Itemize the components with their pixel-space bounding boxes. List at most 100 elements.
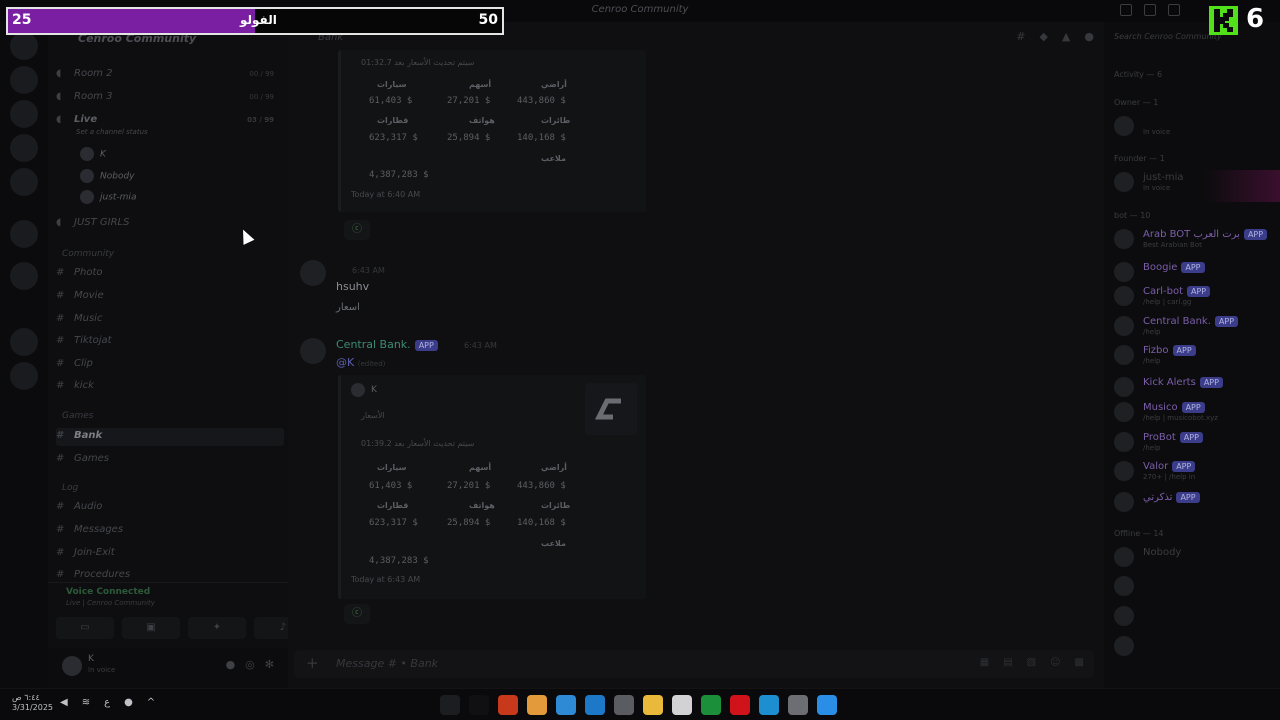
taskbar-app-discord[interactable] [527,695,547,715]
clock[interactable]: ٦:٤٤ ص 3/31/2025 [12,693,53,713]
server-icon-dark[interactable] [10,220,38,248]
camera-button[interactable]: ▭ [56,617,114,639]
message-author[interactable]: hsuhv [336,280,369,293]
server-icon-game[interactable] [10,168,38,196]
channel-kick[interactable]: # kick [56,380,284,398]
member-offline[interactable] [1114,634,1274,660]
mic-icon[interactable]: ● [226,658,236,671]
category-community[interactable]: Community [62,249,114,259]
discover-icon[interactable] [10,362,38,390]
activity-header[interactable]: Activity — 6 [1114,70,1162,79]
download-icon[interactable] [1168,4,1180,16]
member-offline[interactable] [1114,604,1274,630]
channel-join-exit[interactable]: # Join-Exit [56,547,284,565]
taskbar-app-photos[interactable] [585,695,605,715]
channel-procedures[interactable]: # Procedures [56,569,284,579]
member-bot[interactable]: Central Bank. APP/help [1114,314,1274,340]
composer-placeholder[interactable]: Message # • Bank [336,657,438,670]
message-composer[interactable]: + Message # • Bank ▦ ▤ ▧ ☺ ▩ [294,650,1094,678]
channel-tiktojat[interactable]: # Tiktojat [56,335,284,353]
voice-sub[interactable]: Live | Cenroo Community [66,599,155,607]
voice-user[interactable]: just-mia [80,190,136,204]
chevron-up-icon[interactable]: ^ [147,697,155,708]
threads-icon[interactable]: # [1016,30,1025,43]
voice-channel-room-3[interactable]: ◖ Room 3 00 / 99 [56,91,284,109]
category-log[interactable]: Log [62,483,78,493]
taskbar-app-blank[interactable] [469,695,489,715]
channel-clip[interactable]: # Clip [56,358,284,376]
volume-icon[interactable]: ◀ [60,697,68,708]
member-offline[interactable]: Nobody [1114,545,1274,571]
emoji-icon[interactable]: ☺ [1050,657,1060,668]
server-icon-bank[interactable] [10,66,38,94]
wifi-icon[interactable]: ≋ [82,697,90,708]
taskbar-app-netflix[interactable] [730,695,750,715]
reaction-button[interactable]: ⓒ [344,604,370,624]
channel-games[interactable]: # Games [56,453,284,471]
screen-share-button[interactable]: ▣ [122,617,180,639]
member-bot[interactable]: Kick Alerts APP [1114,375,1274,401]
channel-music[interactable]: # Music [56,313,284,331]
member-bot[interactable]: تذكرتي APP [1114,490,1274,516]
member-owner[interactable]: In voice [1114,114,1274,140]
taskbar-app-chrome[interactable] [556,695,576,715]
reaction-button[interactable]: ⓒ [344,220,370,240]
gear-icon[interactable]: ✻ [265,658,274,671]
server-icon-chat[interactable] [10,100,38,128]
member-bot[interactable]: Boogie APP [1114,260,1274,286]
mention[interactable]: @K (edited) [336,356,385,369]
channel-movie[interactable]: # Movie [56,290,284,308]
activity-button[interactable]: ✦ [188,617,246,639]
channel-bank[interactable]: # Bank [56,428,284,446]
member-bot[interactable]: Fizbo APP/help [1114,343,1274,369]
taskbar-app-brave[interactable] [498,695,518,715]
hash-icon: # [56,358,65,369]
members-icon[interactable]: ● [1084,30,1094,43]
avatar[interactable] [300,338,326,364]
server-icon-notify[interactable] [10,262,38,290]
language-indicator[interactable]: ع [104,697,110,708]
apps-icon[interactable]: ▩ [1075,657,1084,668]
voice-user[interactable]: K [80,147,106,161]
sticker-icon[interactable]: ▧ [1027,657,1036,668]
avatar[interactable] [62,656,82,676]
taskbar-app-xbox[interactable] [701,695,721,715]
bell-icon[interactable]: ◆ [1039,30,1047,43]
start-button[interactable] [817,695,837,715]
member-bot[interactable]: Valor APP 270+ | /help in [1114,459,1274,485]
member-bot[interactable]: ProBot APP/help [1114,430,1274,456]
channel-audio[interactable]: # Audio [56,501,284,519]
avatar[interactable] [300,260,326,286]
channel-photo[interactable]: # Photo [56,267,284,285]
member-offline[interactable] [1114,574,1274,600]
add-server-icon[interactable] [10,328,38,356]
search-input[interactable]: Search Cenroo Community [1114,32,1260,46]
channel-messages[interactable]: # Messages [56,524,284,542]
inbox-icon[interactable] [1120,4,1132,16]
headphones-icon[interactable]: ◎ [245,658,255,671]
message-author[interactable]: Central Bank. APP [336,338,438,351]
taskbar-app-clock[interactable] [440,695,460,715]
voice-user-name: Nobody [100,171,135,182]
member-founder[interactable]: just-mia In voice [1114,170,1274,196]
member-bot[interactable]: Musico APP/help | musicobot.xyz [1114,400,1274,426]
taskbar-app-settings[interactable] [788,695,808,715]
server-icon-minecraft[interactable] [10,134,38,162]
taskbar-app-files[interactable] [643,695,663,715]
taskbar-app-device[interactable] [614,695,634,715]
taskbar-app-store[interactable] [672,695,692,715]
voice-user[interactable]: Nobody [80,169,135,183]
gif-icon[interactable]: ▤ [1003,657,1012,668]
help-icon[interactable] [1144,4,1156,16]
taskbar-app-edge[interactable] [759,695,779,715]
member-bot[interactable]: Arab BOT برت العرب APP Best Arabian Bot [1114,227,1274,253]
gift-icon[interactable]: ▦ [980,657,989,668]
voice-channel-room-2[interactable]: ◖ Room 2 00 / 99 [56,68,284,86]
member-bot[interactable]: Carl-bot APP/help | carl.gg [1114,284,1274,310]
mic-icon[interactable]: ● [124,697,133,708]
server-icon-community[interactable] [10,32,38,60]
plus-icon[interactable]: + [306,654,319,672]
channel-status[interactable]: Set a channel status [76,128,256,146]
category-games[interactable]: Games [62,411,93,421]
pin-icon[interactable]: ▲ [1062,30,1070,43]
